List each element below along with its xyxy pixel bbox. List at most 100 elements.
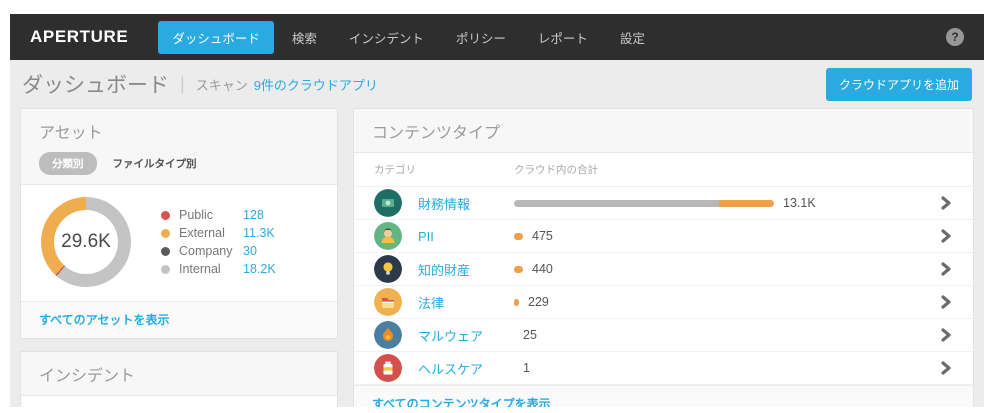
legend-dot-icon [161,246,170,256]
content-types-rows: 財務情報 13.1K PII 475 知的財産 440 法律 229 マルウェア… [354,187,973,385]
column-category: カテゴリ [374,164,416,176]
legend-value-link[interactable]: 128 [243,208,264,222]
content-type-row: PII 475 [354,220,973,253]
content-type-row: 財務情報 13.1K [354,187,973,220]
chevron-right-icon[interactable] [939,361,953,375]
folder-icon [374,288,402,316]
column-new: 新規 [215,406,267,407]
legend-row: Company 30 [161,244,276,258]
chevron-right-icon[interactable] [939,229,953,243]
content-types-header: コンテンツタイプ [354,109,973,153]
title-separator: | [180,73,185,94]
right-column: コンテンツタイプ カテゴリ クラウド内の合計 財務情報 13.1K PII 47… [353,108,974,407]
legend-label: Company [179,244,233,258]
nav-item[interactable]: ダッシュボード [158,20,274,54]
content-type-count: 1 [523,361,530,375]
incidents-panel-title: インシデント [39,368,136,385]
assets-total: 29.6K [61,231,111,252]
legend-label: Internal [179,262,221,276]
chevron-right-icon[interactable] [939,262,953,276]
legend-dot-icon [161,264,170,274]
content-type-bar [514,298,519,306]
chevron-right-icon[interactable] [939,295,953,309]
person-icon [374,222,402,250]
nav-item[interactable]: 検索 [278,21,331,54]
money-icon [374,189,402,217]
legend-row: Public 128 [161,208,276,222]
dashboard-content: アセット 分類別 ファイルタイプ別 29.6K Public 128 Externa… [10,108,984,407]
content-type-bar [514,232,523,240]
tab-by-classification[interactable]: 分類別 [39,152,97,175]
content-type-link[interactable]: PII [418,229,514,244]
legend-dot-icon [161,228,170,238]
content-type-row: マルウェア 25 [354,319,973,352]
page-header: ダッシュボード | スキャン 9件のクラウドアプリ クラウドアプリを追加 [10,60,984,108]
column-rule: ルール [39,406,163,407]
column-cloud-total: クラウド内の合計 [514,164,598,176]
assets-donut-chart: 29.6K [41,197,131,287]
column-item-count: アイテム数 [163,406,215,407]
help-icon[interactable]: ? [946,28,964,46]
assets-panel-footer: すべてのアセットを表示 [21,301,337,338]
legend-value-link[interactable]: 18.2K [243,262,276,276]
content-type-row: 法律 229 [354,286,973,319]
health-icon [374,354,402,382]
flame-icon [374,321,402,349]
content-types-title: コンテンツタイプ [372,125,501,142]
nav-menu: ダッシュボード 検索 インシデント ポリシー レポート 設定 [156,20,661,54]
assets-panel-title: アセット [39,125,103,142]
content-type-row: 知的財産 440 [354,253,973,286]
chevron-right-icon[interactable] [939,196,953,210]
legend-label: Public [179,208,214,222]
incidents-column-headers: ルール アイテム数 新規 解決済み [21,396,337,407]
legend-value-link[interactable]: 30 [243,244,257,258]
show-all-content-types-link[interactable]: すべてのコンテンツタイプを表示 [372,397,551,407]
content-type-link[interactable]: 法律 [418,293,514,312]
content-type-bar [514,199,774,207]
page-title: ダッシュボード [22,74,169,97]
content-type-bar [514,265,523,273]
legend-row: Internal 18.2K [161,262,276,276]
legend-dot-icon [161,210,170,220]
content-type-count: 440 [532,262,553,276]
page-background: APERTURE ダッシュボード 検索 インシデント ポリシー レポート 設定 ? ダッシ… [10,14,984,407]
content-type-bar-area: 1 [514,361,939,375]
show-all-assets-link[interactable]: すべてのアセットを表示 [39,313,169,327]
content-types-panel: コンテンツタイプ カテゴリ クラウド内の合計 財務情報 13.1K PII 47… [353,108,974,407]
assets-panel-header: アセット 分類別 ファイルタイプ別 [21,109,337,185]
content-type-link[interactable]: 財務情報 [418,194,514,213]
content-type-link[interactable]: ヘルスケア [418,359,514,378]
content-type-count: 25 [523,328,537,342]
content-type-count: 475 [532,229,553,243]
content-type-count: 229 [528,295,549,309]
content-type-row: ヘルスケア 1 [354,352,973,385]
top-navbar: APERTURE ダッシュボード 検索 インシデント ポリシー レポート 設定 ? [10,14,984,60]
incidents-panel: インシデント ルール アイテム数 新規 解決済み 3 CCN 2 [20,351,338,407]
content-types-column-headers: カテゴリ クラウド内の合計 [354,153,973,187]
column-resolved: 解決済み [267,406,319,407]
incidents-panel-header: インシデント [21,352,337,396]
left-column: アセット 分類別 ファイルタイプ別 29.6K Public 128 Externa… [20,108,338,407]
content-type-bar-area: 25 [514,328,939,342]
scanned-apps-link[interactable]: 9件のクラウドアプリ [254,75,378,94]
assets-panel: アセット 分類別 ファイルタイプ別 29.6K Public 128 Externa… [20,108,338,339]
app-window: APERTURE ダッシュボード 検索 インシデント ポリシー レポート 設定 ? ダッシ… [0,0,999,413]
legend-row: External 11.3K [161,226,276,240]
nav-item[interactable]: インシデント [335,21,438,54]
lightbulb-icon [374,255,402,283]
brand-logo: APERTURE [30,27,129,46]
nav-item[interactable]: 設定 [606,21,659,54]
legend-label: External [179,226,225,240]
nav-item[interactable]: レポート [524,21,602,54]
content-type-bar-area: 475 [514,229,939,243]
assets-tabs: 分類別 ファイルタイプ別 [39,152,319,175]
tab-by-filetype[interactable]: ファイルタイプ別 [113,156,197,171]
nav-item[interactable]: ポリシー [442,21,520,54]
content-type-link[interactable]: マルウェア [418,326,514,345]
content-type-link[interactable]: 知的財産 [418,260,514,279]
content-type-bar-area: 440 [514,262,939,276]
chevron-right-icon[interactable] [939,328,953,342]
legend-value-link[interactable]: 11.3K [243,226,275,240]
add-cloud-app-button[interactable]: クラウドアプリを追加 [825,67,972,101]
assets-chart-area: 29.6K Public 128 External 11.3K Company 30 Int… [21,185,337,301]
